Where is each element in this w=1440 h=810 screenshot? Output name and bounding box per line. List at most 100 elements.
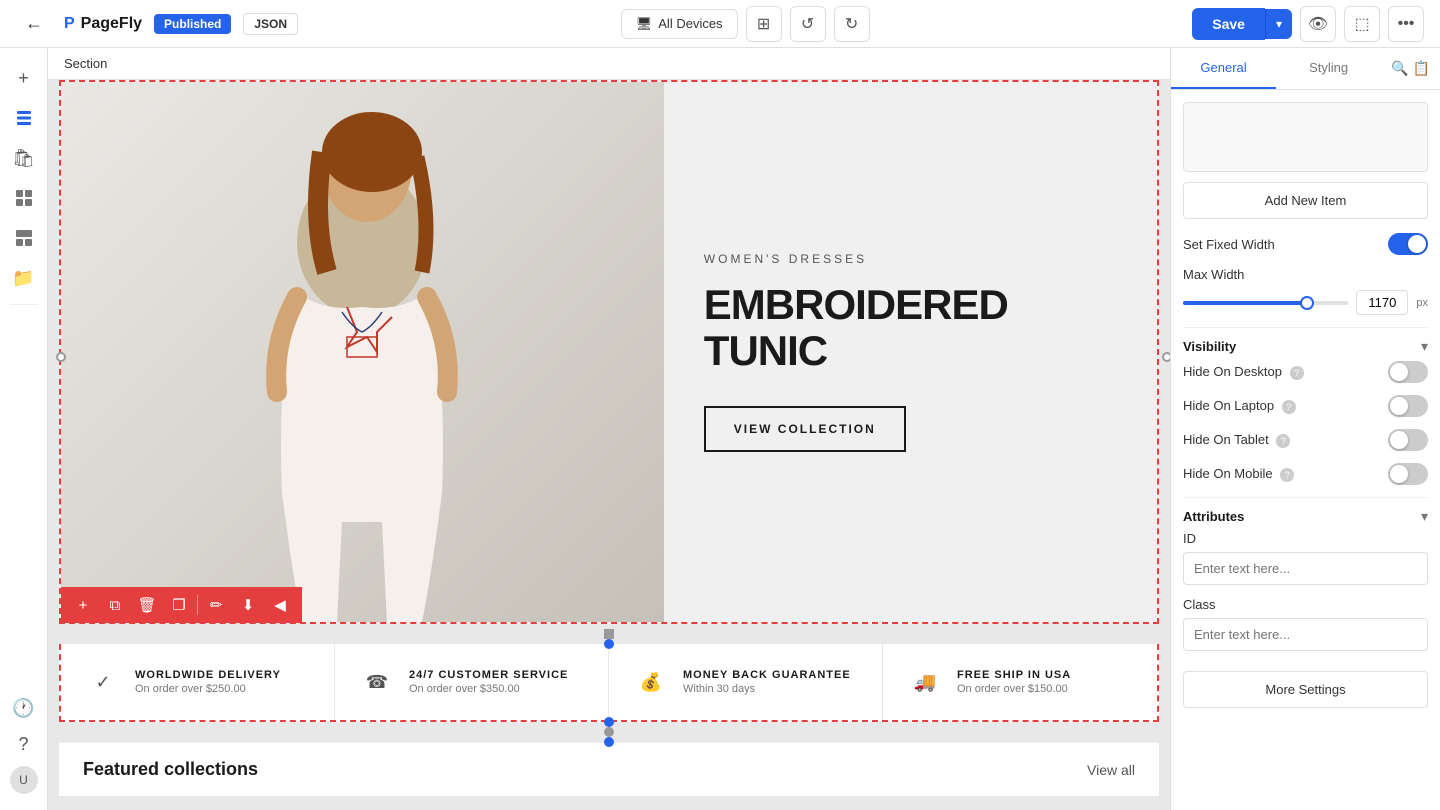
monitor-icon: 🖥 (636, 16, 653, 32)
view-collection-button[interactable]: VIEW COLLECTION (704, 406, 906, 452)
class-label: Class (1183, 597, 1428, 612)
toolbar-duplicate-icon[interactable]: ⧉ (101, 591, 129, 619)
attributes-chevron-icon[interactable]: ▾ (1421, 508, 1428, 525)
feature-icon-delivery: ✓ (85, 664, 121, 700)
sidebar-divider (10, 304, 38, 305)
sidebar-item-user[interactable]: U (6, 762, 42, 798)
topbar-actions: Save ▾ 👁 ⬚ ••• (1192, 6, 1424, 42)
search-icon[interactable]: 🔍 (1391, 60, 1408, 77)
hide-tablet-help-icon[interactable]: ? (1276, 434, 1290, 448)
more-options-button[interactable]: ••• (1388, 6, 1424, 42)
sidebar-item-sections[interactable] (6, 220, 42, 256)
max-width-input[interactable]: 1170 (1356, 290, 1408, 315)
topbar-center: 🖥 All Devices ⊞ ↺ ↻ (310, 6, 1180, 42)
slider-thumb[interactable] (1300, 296, 1314, 310)
right-panel: General Styling 🔍 📋 Add New Item Set Fix… (1170, 48, 1440, 810)
add-new-item-button[interactable]: Add New Item (1183, 182, 1428, 219)
toolbar-delete-icon[interactable]: 🗑 (133, 591, 161, 619)
hide-tablet-label: Hide On Tablet ? (1183, 432, 1290, 448)
section-toolbar: + ⧉ 🗑 ❐ ✏ ⬇ ◀ (61, 587, 302, 623)
hide-mobile-toggle[interactable] (1388, 463, 1428, 485)
hide-mobile-help-icon[interactable]: ? (1280, 468, 1294, 482)
sidebar-item-help[interactable]: ? (6, 726, 42, 762)
clipboard-icon[interactable]: 📋 (1413, 60, 1430, 77)
sidebar-item-folder[interactable]: 📁 (6, 260, 42, 296)
toolbar-divider-1 (197, 595, 198, 615)
tab-general[interactable]: General (1171, 48, 1276, 89)
sidebar-item-add[interactable]: + (6, 60, 42, 96)
id-label: ID (1183, 531, 1428, 546)
all-devices-button[interactable]: 🖥 All Devices (621, 9, 738, 39)
control-dot-top[interactable] (604, 629, 614, 639)
undo-button[interactable]: ↺ (790, 6, 826, 42)
hide-desktop-help-icon[interactable]: ? (1290, 366, 1304, 380)
sidebar-item-history[interactable]: 🕐 (6, 690, 42, 726)
feature-icon-service: ☎ (359, 664, 395, 700)
hero-section[interactable]: WOMEN'S DRESSES EMBROIDERED TUNIC VIEW C… (59, 80, 1159, 624)
toolbar-edit-icon[interactable]: ✏ (202, 591, 230, 619)
tab-styling[interactable]: Styling (1276, 48, 1381, 89)
control-dot-bottom-top[interactable] (604, 717, 614, 727)
id-input[interactable] (1183, 552, 1428, 585)
hide-laptop-toggle[interactable] (1388, 395, 1428, 417)
id-field-section: ID (1183, 531, 1428, 585)
visibility-label: Visibility (1183, 339, 1236, 354)
max-width-section: Max Width 1170 px (1183, 267, 1428, 315)
control-dot-middle[interactable] (604, 639, 614, 649)
save-button[interactable]: Save (1192, 8, 1265, 40)
devices-label: All Devices (658, 16, 722, 31)
hide-laptop-help-icon[interactable]: ? (1282, 400, 1296, 414)
hide-desktop-label: Hide On Desktop ? (1183, 364, 1304, 380)
feature-title-3: FREE SHIP IN USA (957, 669, 1071, 681)
set-fixed-width-toggle[interactable] (1388, 233, 1428, 255)
more-settings-button[interactable]: More Settings (1183, 671, 1428, 708)
max-width-slider[interactable] (1183, 301, 1348, 305)
status-published-badge[interactable]: Published (154, 14, 231, 34)
feature-title-1: 24/7 CUSTOMER SERVICE (409, 669, 568, 681)
save-dropdown-button[interactable]: ▾ (1265, 9, 1292, 39)
sidebar-item-elements[interactable] (6, 180, 42, 216)
feature-title-0: WORLDWIDE DELIVERY (135, 669, 281, 681)
status-json-badge[interactable]: JSON (243, 13, 298, 35)
toolbar-move-icon[interactable]: ❐ (165, 591, 193, 619)
class-field-section: Class (1183, 597, 1428, 651)
visibility-chevron-icon[interactable]: ▾ (1421, 338, 1428, 355)
layout-icon-button[interactable]: ⊞ (746, 6, 782, 42)
preview-button[interactable]: 👁 (1300, 6, 1336, 42)
hero-title: EMBROIDERED TUNIC (704, 282, 1097, 374)
class-input[interactable] (1183, 618, 1428, 651)
section-bottom-controls (59, 722, 1159, 742)
hide-desktop-toggle[interactable] (1388, 361, 1428, 383)
sidebar-item-shop[interactable]: 🛍 (6, 140, 42, 176)
hero-image-placeholder (61, 82, 664, 622)
sidebar-item-layers[interactable] (6, 100, 42, 136)
feature-title-2: MONEY BACK GUARANTEE (683, 669, 851, 681)
max-width-unit: px (1416, 297, 1428, 309)
save-button-group: Save ▾ (1192, 8, 1292, 40)
set-fixed-width-label: Set Fixed Width (1183, 237, 1275, 252)
hide-mobile-row: Hide On Mobile ? (1183, 463, 1428, 485)
app-logo: P PageFly (64, 15, 142, 33)
back-button[interactable]: ← (16, 6, 52, 42)
toolbar-download-icon[interactable]: ⬇ (234, 591, 262, 619)
panel-tab-icons: 🔍 📋 (1381, 48, 1440, 89)
logo-icon: P (64, 15, 75, 33)
share-button[interactable]: ⬚ (1344, 6, 1380, 42)
redo-button[interactable]: ↻ (834, 6, 870, 42)
hide-tablet-toggle[interactable] (1388, 429, 1428, 451)
hero-image (61, 82, 664, 622)
control-dot-bottom-bottom[interactable] (604, 737, 614, 747)
toggle-knob (1408, 235, 1426, 253)
feature-subtitle-3: On order over $150.00 (957, 683, 1071, 695)
canvas-content: WOMEN'S DRESSES EMBROIDERED TUNIC VIEW C… (48, 80, 1170, 810)
toolbar-add-icon[interactable]: + (69, 591, 97, 619)
set-fixed-width-row: Set Fixed Width (1183, 233, 1428, 255)
panel-textarea-area[interactable] (1183, 102, 1428, 172)
view-all-link[interactable]: View all (1087, 762, 1135, 778)
toolbar-collapse-icon[interactable]: ◀ (266, 591, 294, 619)
topbar: ← P PageFly Published JSON 🖥 All Devices… (0, 0, 1440, 48)
slider-fill (1183, 301, 1307, 305)
app-name: PageFly (81, 15, 142, 33)
attributes-section-header: Attributes ▾ (1183, 497, 1428, 531)
control-dot-bottom-mid[interactable] (604, 727, 614, 737)
